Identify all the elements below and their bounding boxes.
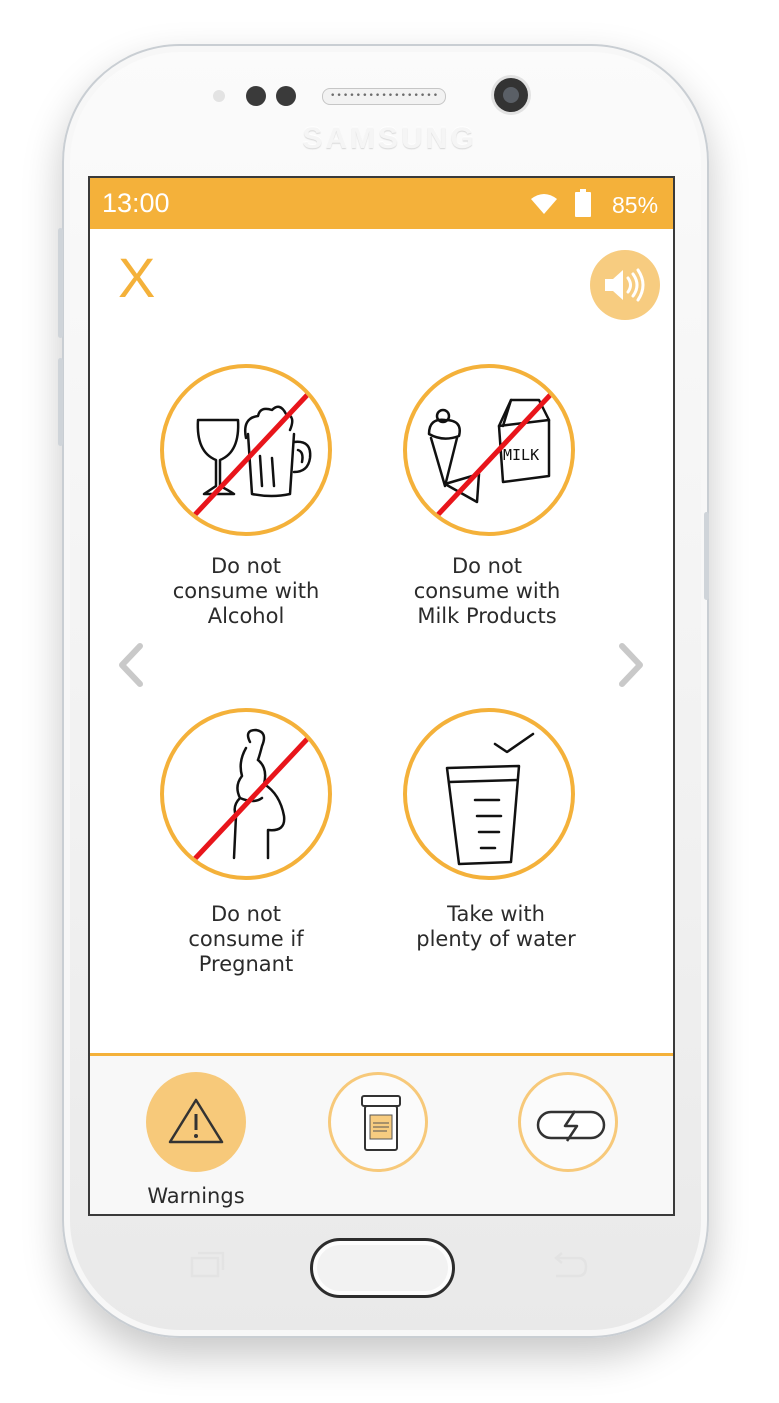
warning-milk-label: Do not consume with Milk Products [413, 554, 561, 628]
proximity-sensor [213, 90, 225, 102]
warning-alcohol-label: Do not consume with Alcohol [172, 554, 320, 628]
wifi-icon [531, 194, 557, 214]
warning-triangle-icon [168, 1098, 224, 1144]
no-pregnant-icon [188, 728, 312, 866]
home-button[interactable] [310, 1238, 455, 1298]
warning-milk-circle[interactable]: MILK [403, 364, 575, 536]
no-milk-products-icon: MILK [427, 390, 555, 522]
back-icon [554, 1252, 588, 1278]
glass-of-water-icon [445, 732, 535, 866]
tab-side-effects[interactable] [518, 1072, 618, 1172]
battery-percentage: 85% [612, 192, 659, 218]
tab-medication-info[interactable] [328, 1072, 428, 1172]
status-time: 13:00 [102, 188, 170, 218]
next-page-arrow-icon[interactable] [612, 640, 652, 690]
battery-icon [575, 189, 591, 217]
camera-lens [503, 87, 519, 103]
no-alcohol-icon [188, 390, 312, 522]
bottom-tab-bar: Warnings [90, 1053, 673, 1214]
screen: 13:00 85% X Do not consume with Alcohol … [88, 176, 675, 1216]
capsule-icon [536, 1110, 606, 1142]
volume-down-button [58, 358, 63, 446]
status-bar: 13:00 85% [90, 178, 673, 229]
tab-warnings-label: Warnings [147, 1184, 245, 1208]
sensor-left [246, 86, 266, 106]
svg-text:MILK: MILK [503, 446, 539, 464]
pill-bottle-icon [361, 1095, 401, 1151]
brand-logo: SAMSUNG [302, 122, 477, 155]
warning-alcohol-circle[interactable] [160, 364, 332, 536]
sound-button[interactable] [590, 250, 660, 320]
warning-pregnant-label: Do not consume if Pregnant [188, 902, 304, 976]
warning-pregnant-circle[interactable] [160, 708, 332, 880]
tab-warnings[interactable] [146, 1072, 246, 1172]
close-button[interactable]: X [118, 250, 155, 306]
warning-water-circle[interactable] [403, 708, 575, 880]
recent-apps-icon [190, 1251, 225, 1278]
power-button [704, 512, 709, 600]
previous-page-arrow-icon[interactable] [110, 640, 150, 690]
speaker-icon [605, 268, 645, 302]
warning-water-label: Take with plenty of water [416, 902, 576, 951]
volume-up-button [58, 228, 63, 338]
speaker-grille: ••••••••••••••••• [330, 92, 438, 100]
sensor-right [276, 86, 296, 106]
